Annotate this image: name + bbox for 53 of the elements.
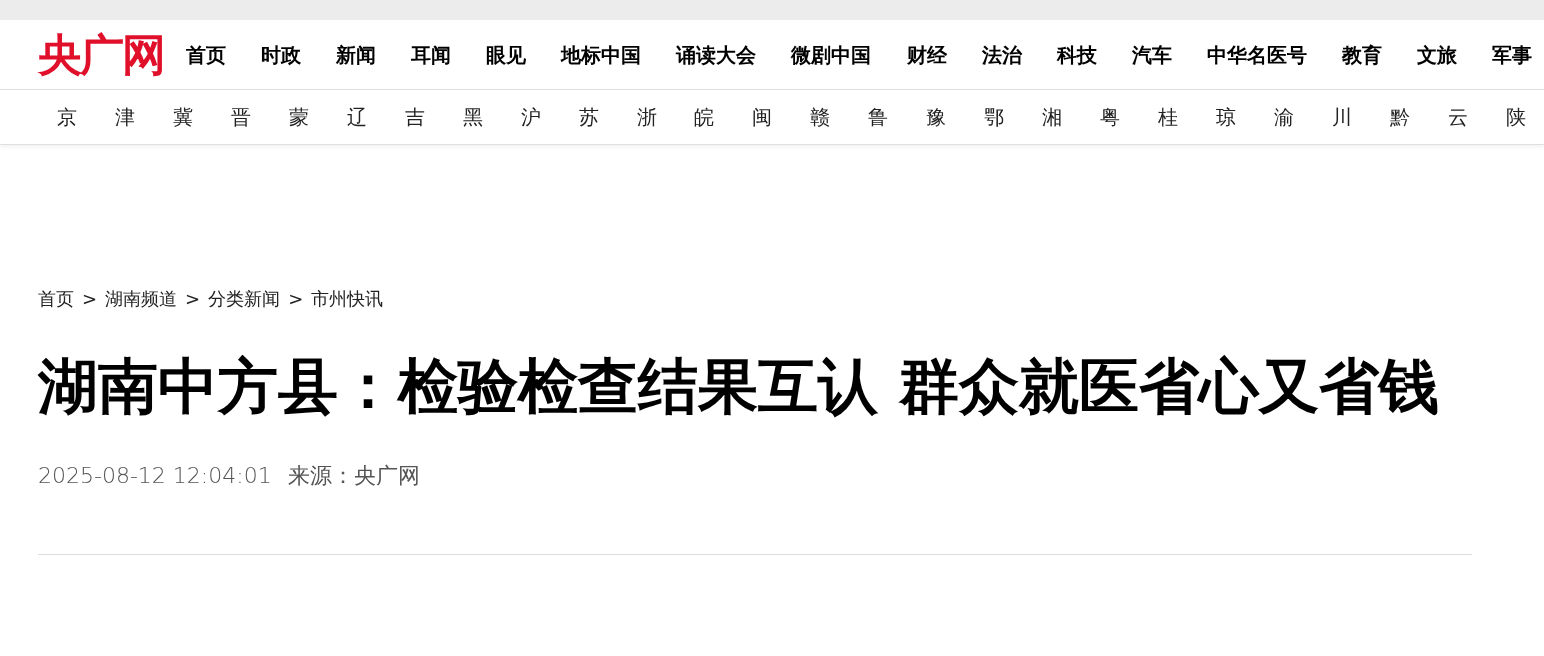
region-link[interactable]: 浙 (636, 102, 657, 132)
nav-link[interactable]: 教育 (1341, 39, 1382, 70)
breadcrumb-link[interactable]: 首页 (38, 284, 74, 312)
nav-link[interactable]: 诵读大会 (676, 39, 757, 70)
region-link[interactable]: 晋 (230, 102, 251, 132)
article-source: 来源：央广网 (287, 462, 420, 490)
nav-link[interactable]: 微剧中国 (791, 39, 872, 70)
publish-date: 2025-08-12 12:04:01 (38, 462, 272, 490)
nav-link[interactable]: 时政 (261, 39, 302, 70)
region-link[interactable]: 鲁 (868, 102, 889, 132)
nav-link[interactable]: 军事 (1491, 39, 1532, 70)
nav-link[interactable]: 文旅 (1416, 39, 1457, 70)
breadcrumb-separator: > (288, 286, 304, 311)
region-link[interactable]: 津 (114, 102, 135, 132)
region-link[interactable]: 皖 (694, 102, 715, 132)
region-link[interactable]: 桂 (1158, 102, 1179, 132)
nav-link[interactable]: 财经 (906, 39, 947, 70)
region-link[interactable]: 鄂 (984, 102, 1005, 132)
region-link[interactable]: 辽 (346, 102, 367, 132)
nav-link[interactable]: 耳闻 (411, 39, 452, 70)
region-link[interactable]: 闽 (752, 102, 773, 132)
region-link[interactable]: 苏 (578, 102, 599, 132)
nav-link[interactable]: 科技 (1056, 39, 1097, 70)
breadcrumb-separator: > (82, 286, 98, 311)
nav-link[interactable]: 首页 (186, 39, 226, 70)
region-link[interactable]: 京 (57, 102, 77, 132)
nav-link[interactable]: 地标中国 (561, 39, 642, 70)
region-link[interactable]: 云 (1447, 102, 1468, 132)
nav-link[interactable]: 新闻 (336, 39, 377, 70)
nav-link[interactable]: 汽车 (1131, 39, 1172, 70)
breadcrumb-link[interactable]: 市州快讯 (311, 284, 384, 312)
breadcrumb-separator: > (185, 286, 201, 311)
site-logo[interactable]: 央广网 (38, 32, 164, 77)
breadcrumb-link[interactable]: 湖南频道 (105, 284, 178, 312)
region-link[interactable]: 蒙 (288, 102, 309, 132)
region-link[interactable]: 沪 (520, 102, 541, 132)
region-link[interactable]: 吉 (404, 102, 425, 132)
region-link[interactable]: 冀 (172, 102, 193, 132)
region-link[interactable]: 陕 (1505, 102, 1526, 132)
region-link[interactable]: 黔 (1389, 102, 1410, 132)
region-link[interactable]: 粤 (1100, 102, 1121, 132)
nav-link[interactable]: 法治 (981, 39, 1022, 70)
region-link[interactable]: 赣 (810, 102, 831, 132)
region-link[interactable]: 黑 (462, 102, 483, 132)
article-title: 湖南中方县：检验检查结果互认 群众就医省心又省钱 (38, 350, 1440, 423)
breadcrumb-link[interactable]: 分类新闻 (208, 284, 281, 312)
nav-link[interactable]: 眼见 (486, 39, 527, 70)
region-link[interactable]: 湘 (1042, 102, 1063, 132)
region-link[interactable]: 川 (1331, 102, 1352, 132)
region-link[interactable]: 琼 (1216, 102, 1237, 132)
nav-link[interactable]: 中华名医号 (1206, 39, 1307, 70)
region-link[interactable]: 渝 (1274, 102, 1294, 132)
region-link[interactable]: 豫 (926, 102, 947, 132)
